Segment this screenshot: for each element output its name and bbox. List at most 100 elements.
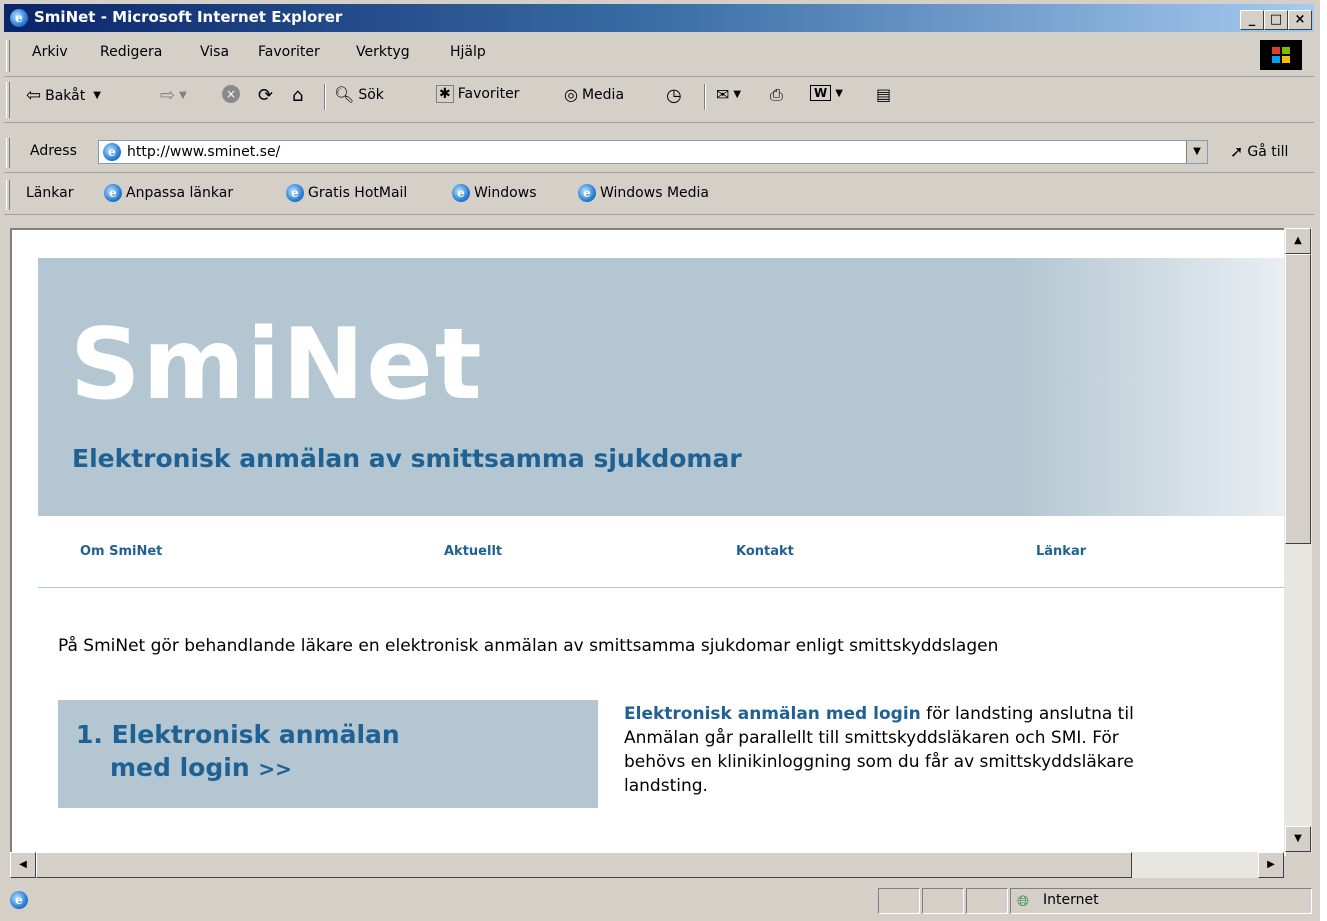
media-label: Media <box>581 86 625 103</box>
search-icon: 🔍︎ <box>334 85 355 104</box>
link-anpassa[interactable]: e Anpassa länkar <box>104 184 233 202</box>
print-icon: ⎙ <box>770 85 783 104</box>
page-icon: e <box>103 143 121 161</box>
word-icon: W <box>810 85 832 101</box>
status-cell <box>966 888 1008 914</box>
status-cell <box>878 888 920 914</box>
site-logo: SmiNet <box>70 308 484 422</box>
maximize-button[interactable]: □ <box>1264 10 1288 30</box>
desc-line4: landsting. <box>624 776 708 796</box>
address-bar: Adress e http://www.sminet.se/ ▼ ➚ Gå ti… <box>4 134 1314 173</box>
menu-verktyg[interactable]: Verktyg <box>356 44 410 60</box>
link-label: Anpassa länkar <box>126 185 234 201</box>
search-button[interactable]: 🔍︎ Sök <box>334 85 384 104</box>
menu-favoriter[interactable]: Favoriter <box>258 44 320 60</box>
links-label: Länkar <box>26 185 74 201</box>
ie-icon: e <box>104 184 122 202</box>
login-link[interactable]: Elektronisk anmälan med login <box>624 704 921 724</box>
ie-icon: e <box>10 9 28 27</box>
menu-redigera[interactable]: Redigera <box>100 44 162 60</box>
site-tagline: Elektronisk anmälan av smittsamma sjukdo… <box>72 444 742 473</box>
forward-button[interactable]: ⇨ ▼ <box>160 85 187 106</box>
address-dropdown[interactable]: ▼ <box>1186 141 1207 163</box>
nav-om-sminet[interactable]: Om SmiNet <box>80 544 162 559</box>
nav-kontakt[interactable]: Kontakt <box>736 544 794 559</box>
horizontal-scrollbar[interactable]: ◀ ▶ <box>10 852 1284 878</box>
login-box-line2: med login >> <box>76 751 400 786</box>
login-box-arrow: >> <box>258 757 292 781</box>
home-button[interactable]: ⌂ <box>292 85 303 106</box>
favorites-icon: ✱ <box>436 85 454 103</box>
edit-button[interactable]: W ▼ <box>810 85 843 101</box>
forward-arrow-icon: ⇨ <box>160 85 176 106</box>
go-label: Gå till <box>1247 143 1289 160</box>
chevron-down-icon: ▼ <box>93 90 101 101</box>
scroll-up-button[interactable]: ▲ <box>1285 228 1311 254</box>
back-button[interactable]: ⇦ Bakåt ▼ <box>26 85 101 106</box>
browser-window: e SmiNet - Microsoft Internet Explorer _… <box>0 0 1320 921</box>
mail-button[interactable]: ✉ ▼ <box>716 85 741 104</box>
standard-toolbar: ⇦ Bakåt ▼ ⇨ ▼ × ⟳ ⌂ 🔍︎ Sök ✱ Favoriter ◎… <box>4 78 1314 123</box>
intro-text: På SmiNet gör behandlande läkare en elek… <box>58 636 999 656</box>
ie-icon: e <box>578 184 596 202</box>
link-label: Gratis HotMail <box>308 185 408 201</box>
link-windows-media[interactable]: e Windows Media <box>578 184 709 202</box>
link-hotmail[interactable]: e Gratis HotMail <box>286 184 407 202</box>
favorites-label: Favoriter <box>457 86 520 102</box>
links-bar: Länkar e Anpassa länkar e Gratis HotMail… <box>4 176 1314 215</box>
page-status-icon: e <box>10 891 28 909</box>
refresh-icon: ⟳ <box>258 85 274 106</box>
horizontal-scroll-thumb[interactable] <box>36 852 1132 878</box>
title-bar: e SmiNet - Microsoft Internet Explorer _… <box>4 4 1314 32</box>
link-label: Windows <box>474 185 537 201</box>
scroll-down-button[interactable]: ▼ <box>1285 826 1311 852</box>
search-label: Sök <box>358 86 384 103</box>
windows-logo <box>1260 40 1302 70</box>
back-label: Bakåt <box>45 87 86 104</box>
address-input[interactable]: e http://www.sminet.se/ ▼ <box>98 140 1208 164</box>
globe-icon: 🌐︎ <box>1017 892 1030 910</box>
vertical-scrollbar[interactable]: ▲ ▼ <box>1284 228 1312 852</box>
go-button[interactable]: ➚ Gå till <box>1230 142 1288 161</box>
zone-label: Internet <box>1043 892 1099 908</box>
link-label: Windows Media <box>600 185 709 201</box>
refresh-button[interactable]: ⟳ <box>258 85 273 106</box>
zone-cell: 🌐︎ Internet <box>1010 888 1312 914</box>
link-windows[interactable]: e Windows <box>452 184 537 202</box>
favorites-button[interactable]: ✱ Favoriter <box>436 85 519 103</box>
chevron-down-icon: ▼ <box>835 87 843 99</box>
login-box[interactable]: 1. Elektronisk anmälan med login >> <box>58 700 598 808</box>
status-bar: e 🌐︎ Internet <box>4 884 1314 916</box>
history-icon: ◷ <box>666 85 682 106</box>
vertical-scroll-thumb[interactable] <box>1285 254 1311 544</box>
scroll-right-button[interactable]: ▶ <box>1258 852 1284 878</box>
close-button[interactable]: × <box>1288 10 1312 30</box>
history-button[interactable]: ◷ <box>666 85 682 106</box>
menu-visa[interactable]: Visa <box>200 44 229 60</box>
login-box-label: med login <box>110 753 250 782</box>
stop-button[interactable]: × <box>222 85 240 103</box>
nav-lankar[interactable]: Länkar <box>1036 544 1086 559</box>
header-banner: SmiNet Elektronisk anmälan av smittsamma… <box>38 258 1284 516</box>
menu-hjalp[interactable]: Hjälp <box>450 44 486 60</box>
scroll-left-button[interactable]: ◀ <box>10 852 36 878</box>
chevron-down-icon: ▼ <box>733 89 742 100</box>
page-content: SmiNet Elektronisk anmälan av smittsamma… <box>10 228 1286 856</box>
go-arrow-icon: ➚ <box>1230 142 1244 161</box>
mail-icon: ✉ <box>716 85 730 104</box>
menu-arkiv[interactable]: Arkiv <box>32 44 68 60</box>
status-cell <box>922 888 964 914</box>
nav-aktuellt[interactable]: Aktuellt <box>444 544 502 559</box>
divider <box>38 587 1284 588</box>
back-arrow-icon: ⇦ <box>26 85 42 106</box>
ie-icon: e <box>452 184 470 202</box>
menu-bar: Arkiv Redigera Visa Favoriter Verktyg Hj… <box>4 36 1314 77</box>
login-description: Elektronisk anmälan med login för landst… <box>624 702 1284 798</box>
media-button[interactable]: ◎ Media <box>564 85 624 104</box>
window-title: SmiNet - Microsoft Internet Explorer <box>34 8 343 26</box>
print-button[interactable]: ⎙ <box>770 85 783 105</box>
login-box-line1: 1. Elektronisk anmälan <box>76 720 400 749</box>
discuss-button[interactable]: ▤ <box>876 85 891 104</box>
minimize-button[interactable]: _ <box>1240 10 1264 30</box>
home-icon: ⌂ <box>292 85 304 106</box>
